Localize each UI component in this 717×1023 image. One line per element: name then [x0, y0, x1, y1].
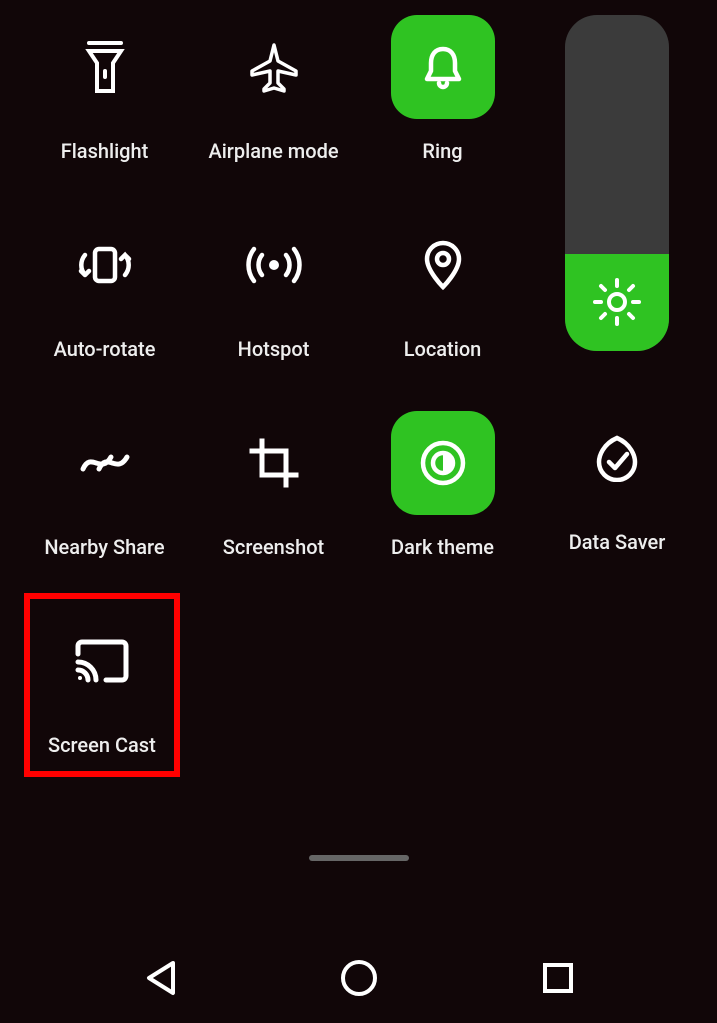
recents-button[interactable] — [528, 948, 588, 1008]
brightness-fill — [565, 254, 669, 351]
brightness-slider[interactable] — [565, 15, 669, 351]
tile-data-saver[interactable]: Data Saver — [565, 406, 669, 554]
location-icon — [391, 213, 495, 317]
tile-nearby-share[interactable]: Nearby Share — [30, 411, 179, 559]
tile-label: Data Saver — [569, 530, 666, 554]
back-button[interactable] — [130, 948, 190, 1008]
tile-flashlight[interactable]: Flashlight — [30, 15, 179, 163]
tile-label: Ring — [422, 139, 462, 163]
tile-dark-theme[interactable]: Dark theme — [368, 411, 517, 559]
tile-label: Auto-rotate — [54, 337, 156, 361]
navigation-bar — [0, 933, 717, 1023]
quick-settings-panel: Flashlight Airplane mode Ring — [0, 0, 717, 559]
tile-label: Airplane mode — [208, 139, 338, 163]
tile-label: Screen Cast — [48, 733, 156, 757]
crop-icon — [222, 411, 326, 515]
highlight-annotation: Screen Cast — [24, 593, 180, 777]
airplane-icon — [222, 15, 326, 119]
bell-icon — [391, 15, 495, 119]
tile-screen-cast[interactable]: Screen Cast — [48, 609, 156, 757]
tile-airplane-mode[interactable]: Airplane mode — [199, 15, 348, 163]
tile-label: Screenshot — [223, 535, 324, 559]
hotspot-icon — [222, 213, 326, 317]
auto-rotate-icon — [53, 213, 157, 317]
cast-icon — [50, 609, 154, 713]
tile-hotspot[interactable]: Hotspot — [199, 213, 348, 361]
tiles-row-4: Screen Cast — [0, 559, 717, 777]
nearby-share-icon — [53, 411, 157, 515]
drag-handle[interactable] — [309, 855, 409, 861]
triangle-back-icon — [143, 959, 177, 997]
dark-theme-icon — [391, 411, 495, 515]
data-saver-icon — [565, 406, 669, 510]
tile-label: Dark theme — [391, 535, 494, 559]
tile-label: Flashlight — [61, 139, 149, 163]
tile-label: Hotspot — [238, 337, 310, 361]
tile-ring[interactable]: Ring — [368, 15, 517, 163]
home-button[interactable] — [329, 948, 389, 1008]
circle-home-icon — [339, 958, 379, 998]
tile-auto-rotate[interactable]: Auto-rotate — [30, 213, 179, 361]
square-recents-icon — [541, 961, 575, 995]
tile-label: Nearby Share — [44, 535, 164, 559]
tile-location[interactable]: Location — [368, 213, 517, 361]
brightness-icon — [589, 274, 645, 330]
right-column: Data Saver — [547, 15, 687, 559]
tiles-grid: Flashlight Airplane mode Ring — [30, 15, 517, 559]
tile-label: Location — [404, 337, 482, 361]
tile-screenshot[interactable]: Screenshot — [199, 411, 348, 559]
flashlight-icon — [53, 15, 157, 119]
